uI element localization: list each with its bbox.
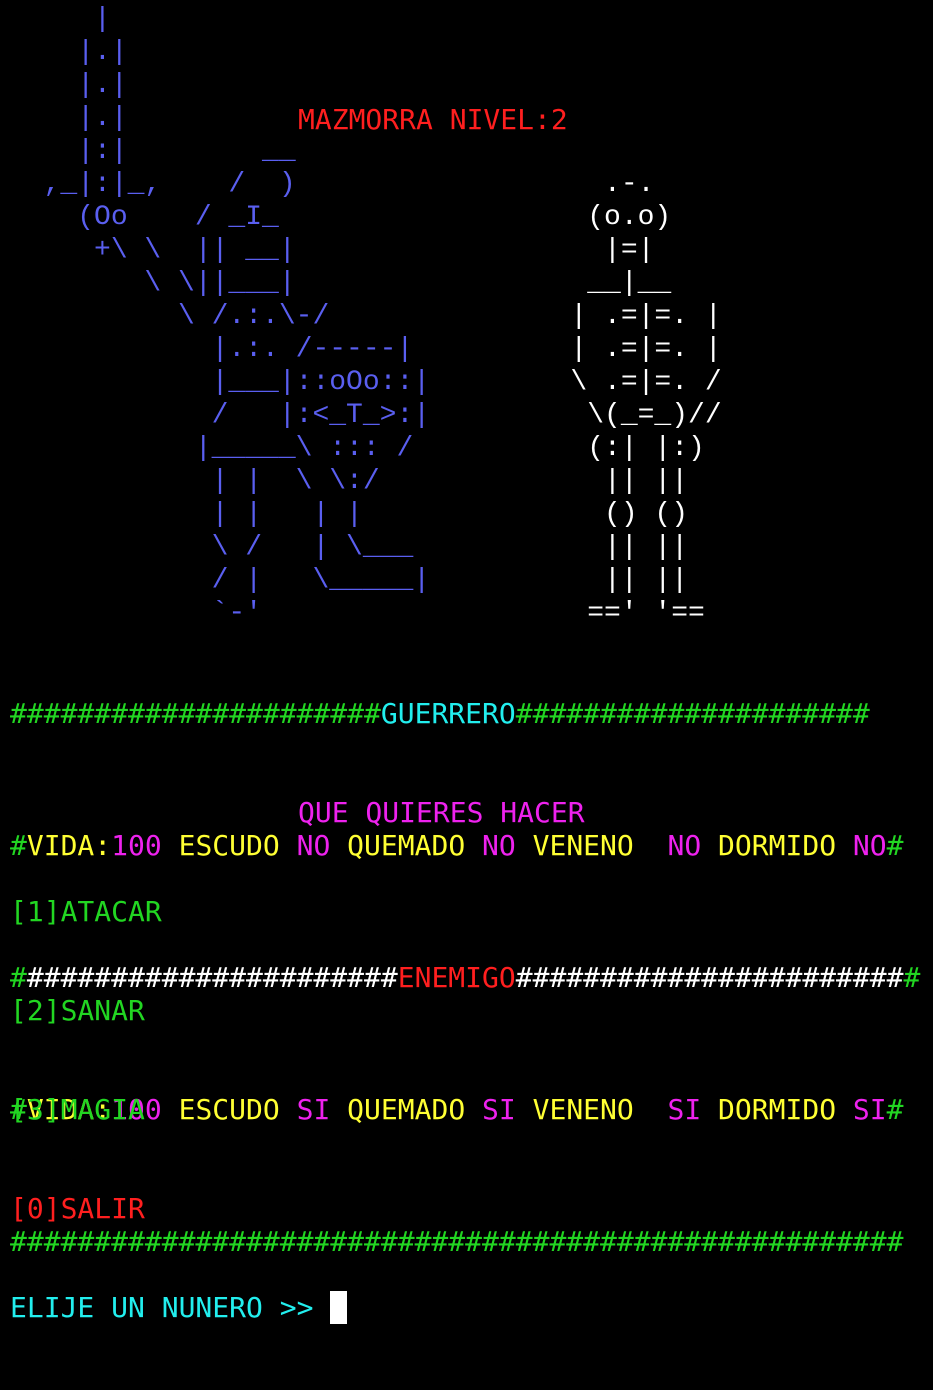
dungeon-level-title: MAZMORRA NIVEL:2 (298, 103, 568, 136)
player-quemado-value: NO (482, 829, 516, 862)
menu-option-attack[interactable]: [1]ATACAR (10, 895, 347, 928)
quemado-label: QUEMADO (330, 829, 483, 862)
border-hashes: ##################### (515, 697, 870, 730)
border-hash: # (886, 829, 904, 862)
action-prompt-title: QUE QUIERES HACER (298, 796, 585, 829)
action-menu: [1]ATACAR [2]SANAR [3]MAGIA [0]SALIR ELI… (10, 829, 348, 1390)
dormido-label: DORMIDO (701, 829, 853, 862)
skeleton-ascii-art: .-. (o.o) |=| __|__ | .=|=. | | .=|=. | … (570, 169, 722, 629)
prompt-title-text: QUE QUIERES HACER (298, 796, 585, 829)
guerrero-heading: GUERRERO (380, 697, 516, 730)
guerrero-header-row: ######################GUERRERO##########… (10, 697, 920, 730)
veneno-label: VENENO (515, 1093, 668, 1126)
enemy-quemado-value: SI (482, 1093, 516, 1126)
option-key: [2] (10, 994, 61, 1027)
input-prompt: ELIJE UN NUNERO >> (10, 1291, 331, 1324)
number-input-line[interactable]: ELIJE UN NUNERO >> (10, 1291, 348, 1324)
option-label: MAGIA (60, 1093, 145, 1126)
border-hashes: ###################### (10, 697, 381, 730)
enemy-veneno-value: SI (667, 1093, 702, 1126)
player-dormido-value: NO (852, 829, 887, 862)
option-label: SANAR (60, 994, 145, 1027)
option-key: [1] (10, 895, 61, 928)
enemy-dormido-value: SI (852, 1093, 887, 1126)
menu-option-magic[interactable]: [3]MAGIA (10, 1093, 347, 1126)
option-key: [3] (10, 1093, 61, 1126)
border-hashes: ####################### (515, 961, 904, 994)
terminal-window: | |.| |.| |.| |:| __ ,_|:|_, / ) (Oo / _… (0, 0, 933, 1324)
border-hash: # (886, 1093, 904, 1126)
dormido-label: DORMIDO (701, 1093, 853, 1126)
option-label: ATACAR (60, 895, 162, 928)
option-label: SALIR (60, 1192, 145, 1225)
menu-option-exit[interactable]: [0]SALIR (10, 1192, 347, 1225)
quemado-label: QUEMADO (330, 1093, 483, 1126)
border-hash: # (903, 961, 921, 994)
menu-option-heal[interactable]: [2]SANAR (10, 994, 347, 1027)
veneno-label: VENENO (515, 829, 668, 862)
enemigo-heading: ENEMIGO (397, 961, 516, 994)
option-key: [0] (10, 1192, 61, 1225)
warrior-ascii-art: | |.| |.| |.| |:| __ ,_|:|_, / ) (Oo / _… (43, 4, 431, 629)
text-cursor[interactable] (330, 1291, 348, 1324)
player-veneno-value: NO (667, 829, 702, 862)
